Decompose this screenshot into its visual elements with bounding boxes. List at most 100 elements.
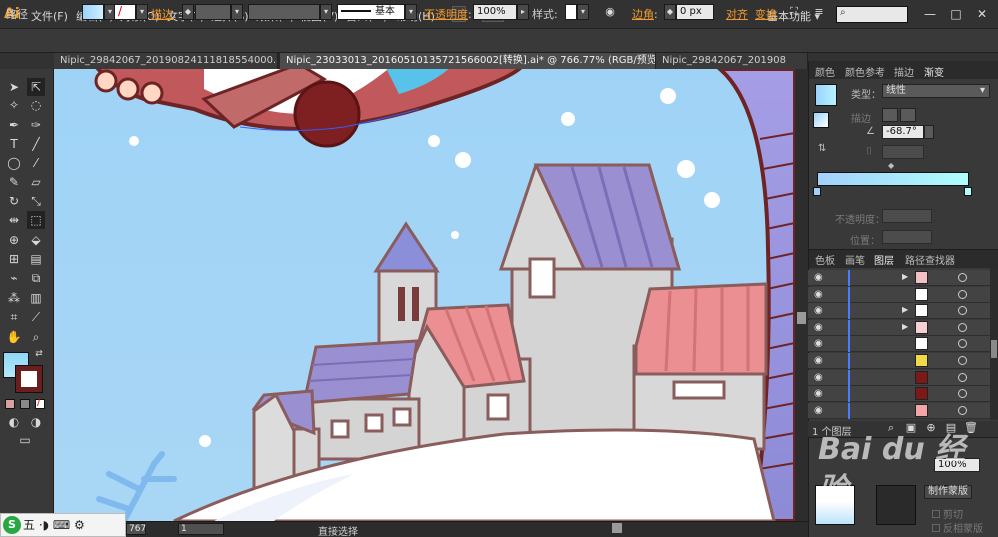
layer-row[interactable]: ◉ — [808, 402, 990, 419]
stop-location-field[interactable] — [882, 230, 932, 244]
gradient-mode-button[interactable] — [20, 399, 30, 409]
stroke-link[interactable]: 描边: — [151, 6, 177, 22]
zoom-field[interactable]: 767 — [126, 523, 146, 535]
stroke-weight-field[interactable] — [195, 4, 231, 20]
curvature-tool-icon[interactable]: ✑ — [27, 116, 45, 134]
tab-pathfinder[interactable]: 路径查找器 — [905, 252, 955, 267]
gradient-angle-dropdown[interactable] — [924, 125, 934, 139]
ellipse-tool-icon[interactable]: ◯ — [5, 154, 23, 172]
input-method-bar[interactable]: S五 ·◗ ⌨ ⚙ — [0, 513, 126, 537]
gradient-angle-field[interactable]: -68.7° — [882, 125, 924, 139]
visibility-eye-icon[interactable]: ◉ — [814, 338, 826, 350]
layer-target-icon[interactable] — [958, 372, 967, 382]
document-tab-1[interactable]: Nipic_29842067_20190824111818554000.ai*× — [54, 53, 278, 69]
zoom-tool-icon[interactable]: ⌕ — [27, 328, 45, 346]
hand-tool-icon[interactable]: ✋ — [5, 328, 23, 346]
layer-row[interactable]: ◉ — [808, 286, 990, 303]
live-paint-tool-icon[interactable]: ⬙ — [27, 231, 45, 249]
mesh-tool-icon[interactable]: ⊞ — [5, 250, 23, 268]
gradient-midpoint-icon[interactable]: ◆ — [888, 161, 894, 170]
column-graph-tool-icon[interactable]: ▥ — [27, 289, 45, 307]
gradient-stop-left[interactable] — [813, 187, 821, 196]
menu-file[interactable]: 文件(F) — [31, 8, 68, 24]
selection-tool-icon[interactable]: ➤ — [5, 78, 23, 96]
gradient-slider[interactable] — [817, 172, 969, 186]
scale-tool-icon[interactable]: ⤡ — [27, 192, 45, 210]
tab-swatches[interactable]: 色板 — [815, 252, 835, 267]
tab-brushes[interactable]: 画笔 — [845, 252, 865, 267]
layer-target-icon[interactable] — [958, 289, 967, 299]
paintbrush-tool-icon[interactable]: ⁄ — [27, 154, 45, 172]
opacity-dropdown-arrow[interactable]: ▸ — [517, 4, 529, 20]
layer-row[interactable]: ◉ — [808, 353, 990, 369]
layer-row[interactable]: ◉ ▶ — [808, 270, 990, 286]
gradient-type-select[interactable]: 线性 ▾ — [882, 84, 990, 98]
symbol-sprayer-tool-icon[interactable]: ⁂ — [5, 289, 23, 307]
gradient-stop-right[interactable] — [964, 187, 972, 196]
invert-mask-checkbox[interactable]: 反相蒙版 — [932, 520, 983, 535]
draw-behind-icon[interactable]: ◑ — [27, 415, 45, 429]
recolor-artwork-icon[interactable]: ◉ — [603, 5, 617, 19]
pen-tool-icon[interactable]: ✒ — [5, 116, 23, 134]
minimize-button[interactable]: — — [922, 6, 938, 22]
visibility-eye-icon[interactable]: ◉ — [814, 322, 826, 334]
draw-mode-icon[interactable]: ◐ — [5, 415, 23, 429]
expand-arrow-icon[interactable]: ▶ — [902, 322, 908, 331]
layer-target-icon[interactable] — [958, 389, 967, 399]
reverse-gradient-icon[interactable]: ⇅ — [818, 143, 826, 154]
artboard-number-field[interactable]: 1 — [178, 523, 224, 535]
layer-target-icon[interactable] — [958, 306, 967, 316]
tab-layers[interactable]: 图层 — [874, 252, 894, 267]
align-link[interactable]: 对齐 — [726, 6, 748, 22]
opacity-field[interactable]: 100% — [473, 4, 517, 20]
horizontal-scrollbar-thumb[interactable] — [612, 523, 622, 533]
slice-tool-icon[interactable]: ⟋ — [27, 308, 45, 326]
visibility-eye-icon[interactable]: ◉ — [814, 388, 826, 400]
eraser-tool-icon[interactable]: ▱ — [27, 173, 45, 191]
brush-definition-field[interactable]: 基本 — [337, 4, 405, 20]
layers-scrollbar-thumb[interactable] — [991, 340, 997, 358]
stroke-weight-dropdown[interactable]: ▾ — [231, 4, 243, 20]
eyedropper-tool-icon[interactable]: ⌁ — [5, 269, 23, 287]
magic-wand-tool-icon[interactable]: ✧ — [5, 96, 23, 114]
lasso-tool-icon[interactable]: ◌ — [27, 96, 45, 114]
layer-target-icon[interactable] — [958, 273, 967, 282]
tab-stroke[interactable]: 描边 — [894, 64, 914, 79]
visibility-eye-icon[interactable]: ◉ — [814, 355, 826, 367]
blend-tool-icon[interactable]: ⧉ — [27, 269, 45, 287]
vertical-scrollbar-thumb[interactable] — [797, 312, 806, 324]
visibility-eye-icon[interactable]: ◉ — [814, 272, 826, 284]
stroke-within-button[interactable] — [882, 108, 898, 122]
gradient-preview-swatch[interactable] — [815, 84, 837, 106]
close-window-button[interactable]: ✕ — [974, 6, 990, 22]
shape-builder-tool-icon[interactable]: ⊕ — [5, 231, 23, 249]
brush-dropdown-arrow[interactable]: ▾ — [405, 4, 417, 20]
corner-stepper[interactable]: ◆ — [664, 4, 676, 20]
document-tab-3[interactable]: Nipic_29842067_201908 — [656, 53, 808, 69]
gradient-fill-stroke-toggle[interactable] — [813, 112, 829, 128]
layer-row[interactable]: ◉ — [808, 369, 990, 386]
visibility-eye-icon[interactable]: ◉ — [814, 289, 826, 301]
width-tool-icon[interactable]: ⇹ — [5, 211, 23, 229]
direct-selection-tool-icon[interactable]: ⇱ — [27, 78, 45, 96]
stroke-along-button[interactable] — [900, 108, 916, 122]
layer-target-icon[interactable] — [958, 405, 967, 415]
layer-row[interactable]: ◉ ▶ — [808, 319, 990, 336]
vertical-scrollbar[interactable] — [795, 69, 808, 521]
free-transform-tool-icon[interactable]: ⬚ — [27, 211, 45, 229]
search-input[interactable]: ⌕ — [836, 6, 908, 23]
swap-fill-stroke-icon[interactable]: ⇄ — [33, 348, 45, 360]
stroke-dropdown-arrow[interactable]: ▾ — [136, 4, 148, 20]
artboard-canvas[interactable] — [54, 69, 795, 521]
tab-gradient[interactable]: 渐变 — [924, 64, 944, 79]
maximize-button[interactable]: □ — [948, 6, 964, 22]
control-panel-menu-icon[interactable]: ≡ — [812, 5, 826, 19]
transform-link[interactable]: 变换 — [755, 6, 777, 22]
graphic-style-swatch[interactable] — [565, 4, 577, 20]
aspect-ratio-field[interactable] — [882, 145, 924, 159]
stroke-color-swatch[interactable]: / — [114, 4, 136, 20]
variable-width-dropdown[interactable]: ▾ — [320, 4, 332, 20]
line-tool-icon[interactable]: ╱ — [27, 135, 45, 153]
tab-color[interactable]: 颜色 — [815, 64, 835, 79]
none-mode-button[interactable]: / — [35, 397, 45, 409]
